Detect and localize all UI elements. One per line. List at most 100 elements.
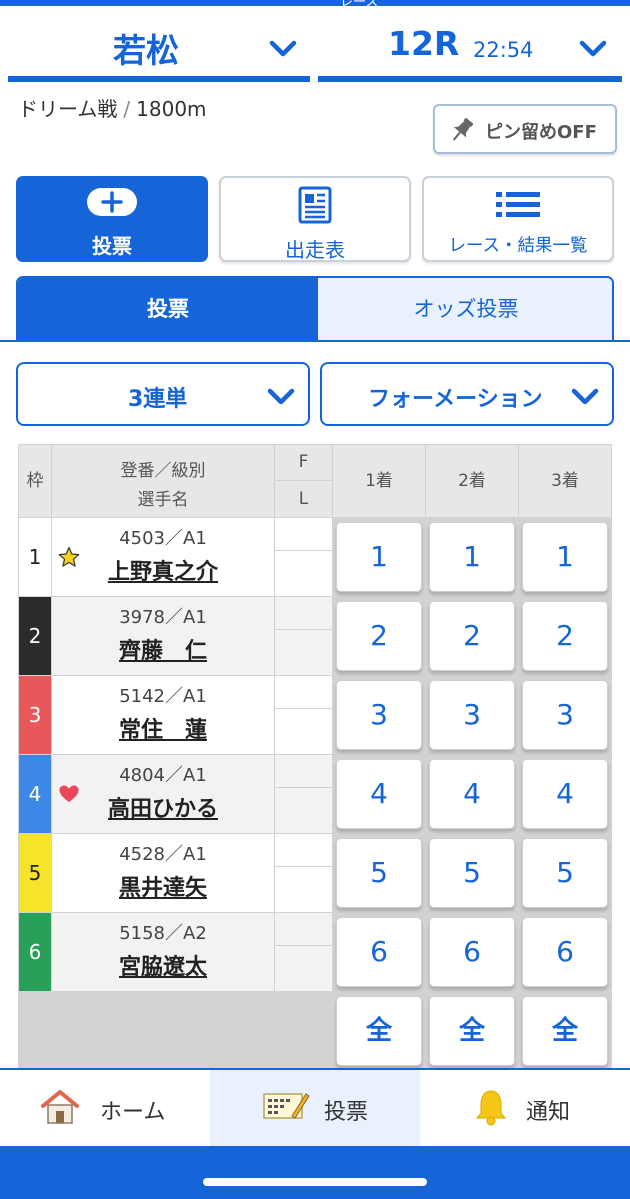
- racer-row: 5 4528／A1 黒井達矢 5 5 5: [18, 834, 612, 912]
- racer-info[interactable]: 4528／A1 黒井達矢: [52, 834, 274, 912]
- document-icon: [298, 186, 332, 224]
- header-waku: 枠: [19, 445, 51, 517]
- home-indicator[interactable]: [203, 1178, 427, 1186]
- home-icon: [41, 1090, 79, 1124]
- place-2-button[interactable]: 2: [429, 601, 515, 671]
- pin-icon: [452, 118, 474, 141]
- f-count-cell: [275, 913, 332, 945]
- race-name: ドリーム戦: [18, 97, 118, 121]
- bottom-nav-notify-label: 通知: [526, 1100, 571, 1125]
- racer-row: 6 5158／A2 宮脇遼太 6 6 6: [18, 913, 612, 991]
- venue-selector[interactable]: 若松: [8, 20, 310, 82]
- l-count-cell: [275, 946, 332, 991]
- top-bar: レース: [0, 0, 630, 10]
- racer-registration: 4528／A1: [119, 844, 207, 865]
- betting-grid: 枠 登番／級別 選手名 F L 1着 2着 3着 1 4503／A1 上野真之介 1 1…: [18, 444, 612, 1068]
- racer-name[interactable]: 齊藤 仁: [52, 633, 274, 665]
- system-bar: [0, 1146, 630, 1199]
- l-count-cell: [275, 630, 332, 675]
- header-registration: 登番／級別 選手名: [52, 445, 274, 517]
- chevron-down-icon: [267, 388, 295, 405]
- place-1-button[interactable]: 1: [336, 522, 422, 592]
- race-distance: 1800m: [136, 97, 207, 121]
- place-1-button[interactable]: 4: [336, 759, 422, 829]
- vote-nav-button[interactable]: 投票: [16, 176, 208, 262]
- entry-list-nav-button[interactable]: 出走表: [219, 176, 411, 262]
- racer-name[interactable]: 上野真之介: [52, 554, 274, 586]
- header-reg-line1: 登番／級別: [120, 461, 206, 481]
- place-2-button[interactable]: 6: [429, 917, 515, 987]
- racer-row: 1 4503／A1 上野真之介 1 1 1: [18, 518, 612, 596]
- place-2-button[interactable]: 3: [429, 680, 515, 750]
- place-3-button[interactable]: 4: [522, 759, 608, 829]
- place-3-button[interactable]: 3: [522, 680, 608, 750]
- place-3-button[interactable]: 1: [522, 522, 608, 592]
- chevron-down-icon: [571, 388, 599, 405]
- bet-method-select[interactable]: フォーメーション: [320, 362, 614, 426]
- l-count-cell: [275, 788, 332, 833]
- racer-registration: 5142／A1: [119, 686, 207, 707]
- waku-number: 1: [19, 518, 51, 596]
- racer-row: 2 3978／A1 齊藤 仁222: [18, 597, 612, 675]
- place-3-button[interactable]: 5: [522, 838, 608, 908]
- header-place-3: 3着: [519, 445, 611, 517]
- place-2-button[interactable]: 1: [429, 522, 515, 592]
- select-all-place-1-button[interactable]: 全: [336, 996, 422, 1066]
- select-all-place-2-button[interactable]: 全: [429, 996, 515, 1066]
- racer-info[interactable]: 3978／A1 齊藤 仁: [52, 597, 274, 675]
- select-all-row: 全全全: [18, 992, 612, 1070]
- l-count-cell: [275, 551, 332, 596]
- bet-method-value: フォーメーション: [368, 387, 543, 412]
- bell-icon: [475, 1090, 507, 1126]
- bottom-nav-notify[interactable]: 通知: [420, 1070, 630, 1146]
- race-selector[interactable]: 12R 22:54: [318, 20, 622, 82]
- waku-number: 3: [19, 676, 51, 754]
- place-3-button[interactable]: 2: [522, 601, 608, 671]
- tab-vote[interactable]: 投票: [18, 278, 318, 340]
- header-place-1: 1着: [333, 445, 425, 517]
- f-count-cell: [275, 676, 332, 708]
- place-1-button[interactable]: 2: [336, 601, 422, 671]
- racer-info[interactable]: 5142／A1 常住 蓮: [52, 676, 274, 754]
- place-1-button[interactable]: 3: [336, 680, 422, 750]
- bottom-nav-home[interactable]: ホーム: [0, 1070, 210, 1146]
- bottom-nav-vote[interactable]: 投票: [210, 1070, 420, 1146]
- place-3-button[interactable]: 6: [522, 917, 608, 987]
- racer-info[interactable]: 4804／A1 高田ひかる: [52, 755, 274, 833]
- header-f: F: [275, 445, 332, 480]
- place-2-button[interactable]: 4: [429, 759, 515, 829]
- results-nav-button[interactable]: レース・結果一覧: [422, 176, 614, 262]
- racer-registration: 5158／A2: [119, 923, 207, 944]
- place-2-button[interactable]: 5: [429, 838, 515, 908]
- racer-name[interactable]: 黒井達矢: [52, 870, 274, 902]
- place-1-button[interactable]: 5: [336, 838, 422, 908]
- race-time: 22:54: [473, 38, 534, 62]
- place-1-button[interactable]: 6: [336, 917, 422, 987]
- l-count-cell: [275, 709, 332, 754]
- header-l: L: [275, 481, 332, 517]
- venue-name: 若松: [113, 31, 179, 70]
- select-all-place-3-button[interactable]: 全: [522, 996, 608, 1066]
- race-info: ドリーム戦/1800m: [18, 93, 207, 122]
- tab-underline: [0, 340, 630, 342]
- racer-name[interactable]: 常住 蓮: [52, 712, 274, 744]
- entry-list-nav-label: 出走表: [285, 238, 345, 262]
- tab-odds-vote[interactable]: オッズ投票: [318, 278, 612, 340]
- racer-name[interactable]: 高田ひかる: [52, 791, 274, 823]
- l-count-cell: [275, 867, 332, 912]
- racer-info[interactable]: 5158／A2 宮脇遼太: [52, 913, 274, 991]
- racer-row: 3 5142／A1 常住 蓮333: [18, 676, 612, 754]
- list-icon: [496, 192, 540, 217]
- bottom-nav: ホーム 投票 通知: [0, 1068, 630, 1146]
- bet-type-select[interactable]: 3連単: [16, 362, 310, 426]
- plus-icon: [87, 188, 137, 216]
- vote-tabs: 投票 オッズ投票: [16, 276, 614, 342]
- bottom-nav-home-label: ホーム: [100, 1100, 166, 1125]
- pin-toggle-button[interactable]: ピン留めOFF: [433, 104, 617, 154]
- racer-name[interactable]: 宮脇遼太: [52, 949, 274, 981]
- racer-registration: 3978／A1: [119, 607, 207, 628]
- f-count-cell: [275, 755, 332, 787]
- racer-info[interactable]: 4503／A1 上野真之介: [52, 518, 274, 596]
- race-number: 12R: [388, 24, 460, 63]
- waku-number: 6: [19, 913, 51, 991]
